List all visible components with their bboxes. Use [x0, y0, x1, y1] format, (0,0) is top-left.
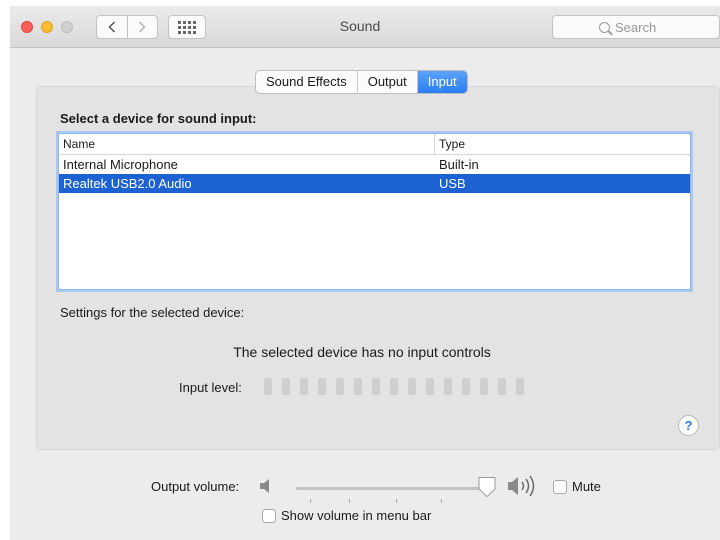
device-name: Internal Microphone [63, 157, 178, 172]
speaker-low-icon [260, 479, 269, 493]
tab-sound-effects[interactable]: Sound Effects [256, 71, 358, 93]
input-level-segment [372, 378, 380, 395]
no-controls-text: The selected device has no input control… [233, 344, 491, 360]
mute-checkbox[interactable] [553, 480, 567, 494]
forward-button[interactable] [128, 16, 158, 38]
column-header-name[interactable]: Name [59, 134, 435, 154]
output-volume-label: Output volume: [151, 479, 240, 494]
device-type: Built-in [439, 157, 479, 172]
input-level-segment [480, 378, 488, 395]
close-window-button[interactable] [21, 21, 33, 33]
slider-tick [310, 499, 311, 503]
input-level-segment [426, 378, 434, 395]
input-level-segment [498, 378, 506, 395]
input-level-meter [264, 378, 524, 395]
chevron-left-icon [108, 21, 115, 33]
search-field[interactable]: Search [552, 15, 720, 39]
minimize-window-button[interactable] [41, 21, 53, 33]
input-level-segment [300, 378, 308, 395]
mute-label: Mute [572, 479, 601, 494]
help-button[interactable]: ? [678, 415, 699, 436]
input-level-segment [264, 378, 272, 395]
show-volume-label: Show volume in menu bar [281, 508, 432, 523]
input-level-segment [408, 378, 416, 395]
chevron-right-icon [139, 21, 146, 33]
input-level-segment [462, 378, 470, 395]
input-level-segment [390, 378, 398, 395]
input-device-table[interactable]: Name Type Internal Microphone Built-in R… [58, 133, 691, 290]
input-level-segment [336, 378, 344, 395]
settings-label: Settings for the selected device: [60, 305, 245, 320]
grid-icon [178, 20, 196, 34]
device-name: Realtek USB2.0 Audio [63, 176, 192, 191]
input-level-label: Input level: [179, 380, 242, 395]
slider-tick [441, 499, 442, 503]
tab-input[interactable]: Input [417, 71, 467, 93]
back-button[interactable] [97, 16, 128, 38]
speaker-high-icon [508, 475, 535, 497]
sound-preferences-window: Sound Search Sound Effects Output Input … [10, 6, 720, 540]
window-title: Sound [339, 18, 381, 34]
table-header: Name Type [59, 134, 690, 155]
input-level-segment [354, 378, 362, 395]
help-icon: ? [684, 418, 693, 433]
column-header-type[interactable]: Type [435, 134, 465, 154]
volume-slider-knob[interactable] [477, 476, 497, 498]
show-volume-checkbox[interactable] [262, 509, 276, 523]
input-level-segment [318, 378, 326, 395]
back-forward-buttons [96, 15, 158, 39]
tab-output[interactable]: Output [358, 71, 418, 93]
search-icon [599, 21, 610, 33]
device-type: USB [439, 176, 466, 191]
title-bar: Sound Search [10, 6, 720, 48]
table-row[interactable]: Internal Microphone Built-in [59, 155, 690, 174]
device-list-heading: Select a device for sound input: [60, 111, 257, 126]
search-placeholder: Search [615, 19, 657, 35]
output-volume-slider[interactable] [296, 487, 486, 490]
input-level-segment [282, 378, 290, 395]
zoom-window-button[interactable] [61, 21, 73, 33]
input-level-segment [444, 378, 452, 395]
no-controls-message: The selected device has no input control… [10, 344, 720, 360]
slider-tick [349, 499, 350, 503]
table-row[interactable]: Realtek USB2.0 Audio USB [59, 174, 690, 193]
show-all-button[interactable] [168, 15, 206, 39]
slider-tick [396, 499, 397, 503]
sound-tabs: Sound Effects Output Input [255, 70, 468, 94]
input-level-segment [516, 378, 524, 395]
